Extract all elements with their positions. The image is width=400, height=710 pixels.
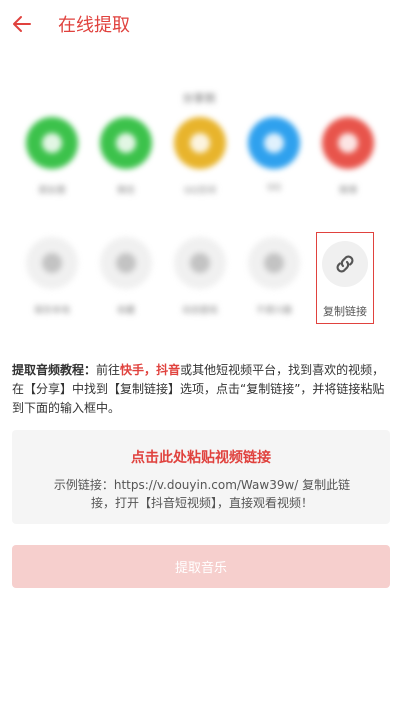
page-title: 在线提取: [58, 15, 130, 36]
header-bar: 在线提取: [0, 0, 400, 52]
share-option-not-interested: 不感兴趣: [242, 237, 306, 316]
download-icon: [26, 237, 78, 289]
share-option-qq: QQ: [242, 117, 306, 196]
star-icon: [100, 237, 152, 289]
moments-icon: [26, 117, 78, 169]
wechat-icon: [100, 117, 152, 169]
back-arrow-icon[interactable]: [10, 12, 34, 36]
paste-link-area[interactable]: 点击此处粘贴视频链接 示例链接：https://v.douyin.com/Waw…: [12, 430, 390, 524]
link-icon: [336, 255, 354, 273]
douyin-highlight: 抖音: [156, 363, 181, 377]
weibo-icon: [322, 117, 374, 169]
kuaishou-highlight: 快手: [120, 363, 145, 377]
share-sheet-title: 分享到: [182, 92, 216, 105]
copy-link-label: 复制链接: [323, 305, 367, 318]
link-icon-circle: [322, 241, 368, 287]
tutorial-label: 提取音频教程：: [12, 363, 97, 377]
copy-link-highlight: 复制链接: [316, 232, 374, 324]
share-option-live-wallpaper: 动态壁纸: [168, 237, 232, 316]
share-option-weibo: 微博: [316, 117, 380, 196]
paste-link-prompt: 点击此处粘贴视频链接: [131, 450, 271, 466]
extract-music-button[interactable]: 提取音乐: [12, 545, 390, 588]
qq-icon: [248, 117, 300, 169]
share-option-save-local: 保存本地: [20, 237, 84, 316]
share-option-moments: 朋友圈: [20, 117, 84, 196]
share-option-favorite: 收藏: [94, 237, 158, 316]
broken-heart-icon: [248, 237, 300, 289]
wallpaper-icon: [174, 237, 226, 289]
share-option-wechat: 微信: [94, 117, 158, 196]
share-option-qzone: QQ空间: [168, 117, 232, 196]
qzone-icon: [174, 117, 226, 169]
tutorial-text: 提取音频教程：前往快手，抖音或其他短视频平台，找到喜欢的视频，在【分享】中找到【…: [12, 363, 385, 415]
example-link-text: 示例链接：https://v.douyin.com/Waw39w/ 复制此链接，…: [53, 478, 351, 510]
share-row-apps: 朋友圈 微信 QQ空间 QQ 微博: [20, 117, 380, 196]
